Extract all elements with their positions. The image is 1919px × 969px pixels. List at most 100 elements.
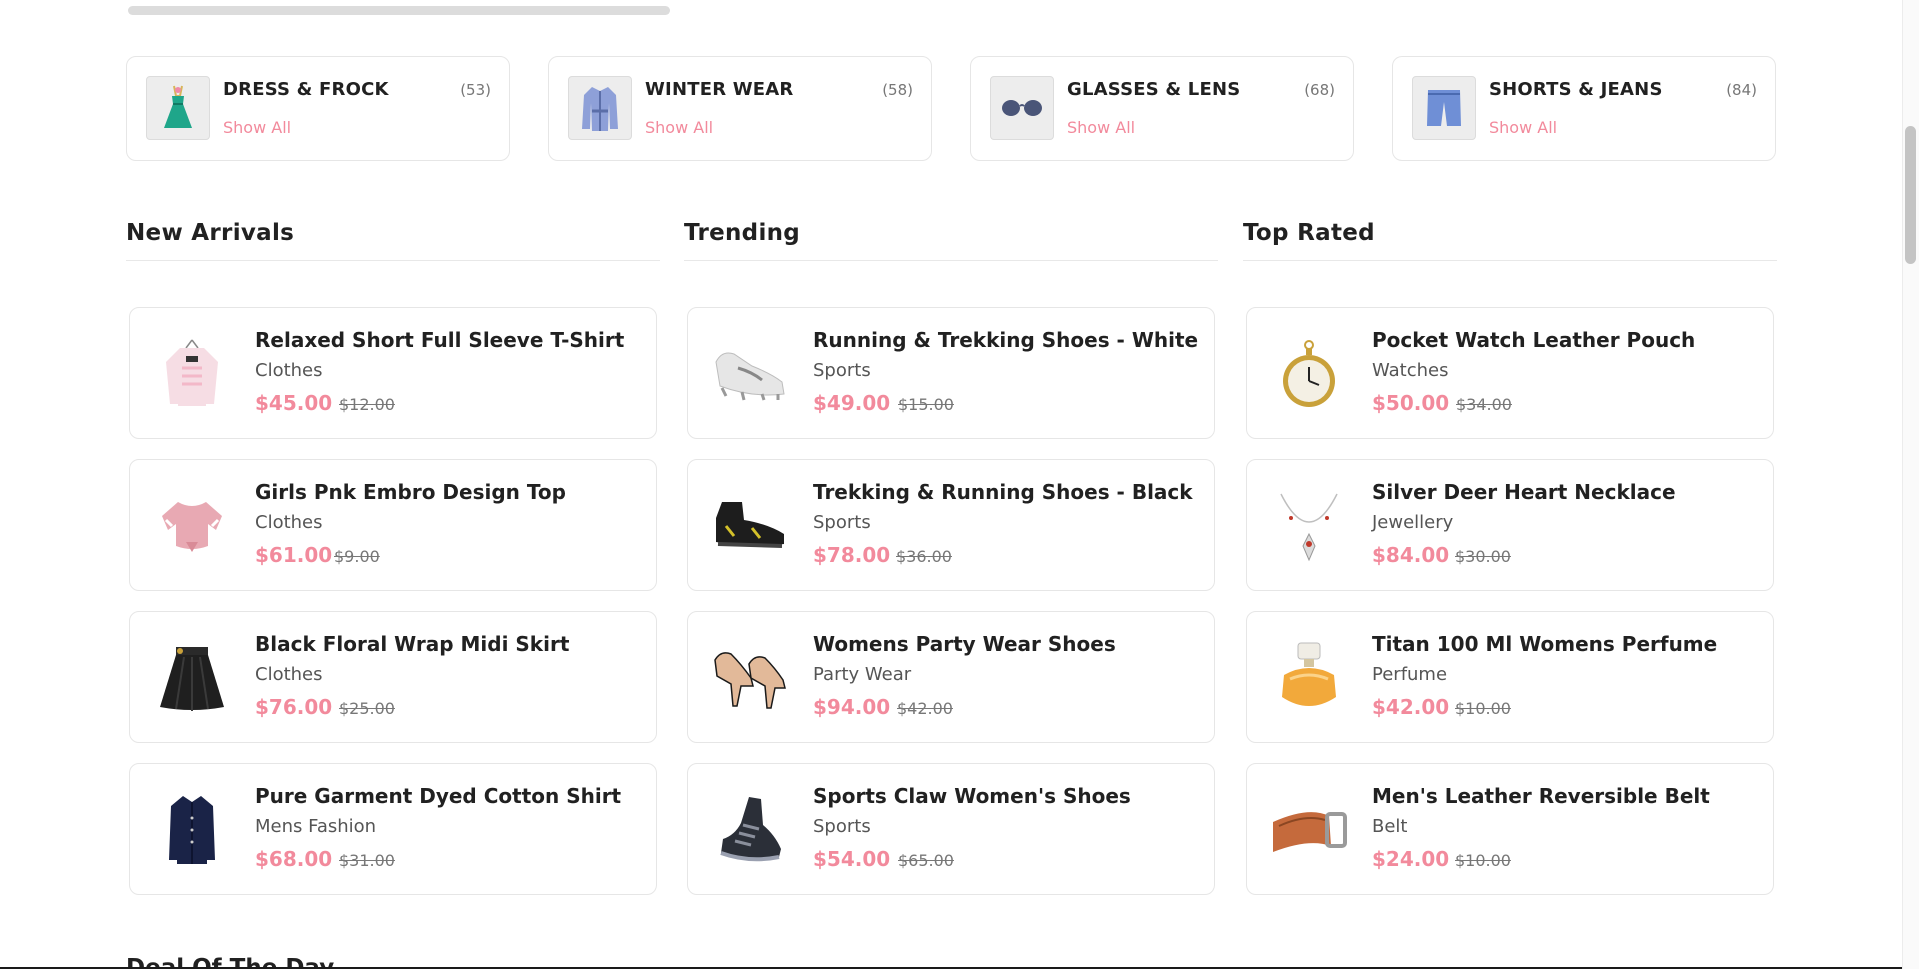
product-card[interactable]: Sports Claw Women's Shoes Sports $54.00 … — [687, 763, 1215, 895]
category-card-dress-frock[interactable]: DRESS & FROCK (53) Show All — [126, 56, 510, 161]
section-new-arrivals: New Arrivals Relaxed Short Full Sleeve T… — [126, 220, 660, 895]
glasses-icon — [990, 76, 1054, 140]
pocket-watch-icon — [1269, 334, 1349, 414]
product-price: $78.00 — [813, 543, 891, 567]
product-title: Pocket Watch Leather Pouch — [1372, 328, 1696, 352]
product-category: Mens Fashion — [255, 816, 377, 837]
product-title: Titan 100 Ml Womens Perfume — [1372, 632, 1718, 656]
necklace-icon — [1269, 486, 1349, 566]
product-card[interactable]: Trekking & Running Shoes - Black Sports … — [687, 459, 1215, 591]
black-shoe-icon — [710, 486, 790, 566]
product-title: Womens Party Wear Shoes — [813, 632, 1116, 656]
product-old-price: $42.00 — [897, 699, 953, 718]
sweatshirt-icon — [152, 334, 232, 414]
product-category: Sports — [813, 816, 871, 837]
product-title: Relaxed Short Full Sleeve T-Shirt — [255, 328, 625, 352]
product-card[interactable]: Pure Garment Dyed Cotton Shirt Mens Fash… — [129, 763, 657, 895]
category-card-winter-wear[interactable]: WINTER WEAR (58) Show All — [548, 56, 932, 161]
product-price: $24.00 — [1372, 847, 1450, 871]
category-count: (53) — [460, 81, 491, 99]
category-count: (68) — [1304, 81, 1335, 99]
category-count: (58) — [882, 81, 913, 99]
horizontal-scrollbar[interactable] — [128, 6, 670, 15]
scrollbar-thumb[interactable] — [1905, 126, 1916, 264]
product-price: $84.00 — [1372, 543, 1450, 567]
product-card[interactable]: Men's Leather Reversible Belt Belt $24.0… — [1246, 763, 1774, 895]
product-card[interactable]: Relaxed Short Full Sleeve T-Shirt Clothe… — [129, 307, 657, 439]
product-card[interactable]: Silver Deer Heart Necklace Jewellery $84… — [1246, 459, 1774, 591]
category-title: DRESS & FROCK — [223, 79, 389, 100]
product-card[interactable]: Running & Trekking Shoes - White Sports … — [687, 307, 1215, 439]
skirt-icon — [152, 638, 232, 718]
product-old-price: $15.00 — [898, 395, 954, 414]
vertical-scrollbar[interactable] — [1902, 0, 1919, 969]
product-category: Party Wear — [813, 664, 912, 685]
product-category: Perfume — [1372, 664, 1448, 685]
product-price: $94.00 — [813, 695, 891, 719]
product-category: Sports — [813, 512, 871, 533]
product-category: Belt — [1372, 816, 1408, 837]
product-title: Girls Pnk Embro Design Top — [255, 480, 566, 504]
category-list: DRESS & FROCK (53) Show All WINTER WEAR … — [126, 56, 1776, 161]
product-category: Watches — [1372, 360, 1449, 381]
product-card[interactable]: Pocket Watch Leather Pouch Watches $50.0… — [1246, 307, 1774, 439]
section-title: New Arrivals — [126, 220, 660, 261]
show-all-link[interactable]: Show All — [1067, 118, 1135, 137]
show-all-link[interactable]: Show All — [645, 118, 713, 137]
product-title: Running & Trekking Shoes - White — [813, 328, 1199, 352]
product-title: Pure Garment Dyed Cotton Shirt — [255, 784, 622, 808]
product-title: Trekking & Running Shoes - Black — [813, 480, 1193, 504]
product-title: Black Floral Wrap Midi Skirt — [255, 632, 570, 656]
product-card[interactable]: Girls Pnk Embro Design Top Clothes $61.0… — [129, 459, 657, 591]
perfume-icon — [1269, 638, 1349, 718]
product-old-price: $10.00 — [1455, 699, 1511, 718]
product-title: Men's Leather Reversible Belt — [1372, 784, 1710, 808]
product-card[interactable]: Titan 100 Ml Womens Perfume Perfume $42.… — [1246, 611, 1774, 743]
product-category: Clothes — [255, 360, 323, 381]
product-old-price: $25.00 — [339, 699, 395, 718]
category-count: (84) — [1726, 81, 1757, 99]
heels-icon — [710, 638, 790, 718]
product-old-price: $31.00 — [339, 851, 395, 870]
product-price: $45.00 — [255, 391, 333, 415]
section-title: Trending — [684, 220, 1218, 261]
product-old-price: $36.00 — [896, 547, 952, 566]
product-old-price: $34.00 — [1456, 395, 1512, 414]
product-price: $54.00 — [813, 847, 891, 871]
product-price: $61.00 — [255, 543, 333, 567]
shirt-icon — [152, 790, 232, 870]
section-title: Top Rated — [1243, 220, 1777, 261]
product-category: Jewellery — [1372, 512, 1454, 533]
section-trending: Trending Running & Trekking Shoes - Whit… — [684, 220, 1218, 895]
product-price: $42.00 — [1372, 695, 1450, 719]
show-all-link[interactable]: Show All — [223, 118, 291, 137]
category-title: WINTER WEAR — [645, 79, 794, 100]
product-title: Silver Deer Heart Necklace — [1372, 480, 1676, 504]
shorts-icon — [1412, 76, 1476, 140]
belt-icon — [1269, 790, 1349, 870]
product-card[interactable]: Womens Party Wear Shoes Party Wear $94.0… — [687, 611, 1215, 743]
show-all-link[interactable]: Show All — [1489, 118, 1557, 137]
category-title: SHORTS & JEANS — [1489, 79, 1663, 100]
dress-icon — [146, 76, 210, 140]
product-category: Sports — [813, 360, 871, 381]
category-card-glasses-lens[interactable]: GLASSES & LENS (68) Show All — [970, 56, 1354, 161]
product-category: Clothes — [255, 664, 323, 685]
product-old-price: $10.00 — [1455, 851, 1511, 870]
product-price: $49.00 — [813, 391, 891, 415]
product-old-price: $12.00 — [339, 395, 395, 414]
product-price: $50.00 — [1372, 391, 1450, 415]
product-old-price: $65.00 — [898, 851, 954, 870]
pink-top-icon — [152, 486, 232, 566]
product-price: $76.00 — [255, 695, 333, 719]
white-shoe-icon — [710, 334, 790, 414]
product-price: $68.00 — [255, 847, 333, 871]
product-category: Clothes — [255, 512, 323, 533]
sneaker-icon — [710, 790, 790, 870]
section-top-rated: Top Rated Pocket Watch Leather Pouch Wat… — [1243, 220, 1777, 895]
coat-icon — [568, 76, 632, 140]
product-title: Sports Claw Women's Shoes — [813, 784, 1131, 808]
product-card[interactable]: Black Floral Wrap Midi Skirt Clothes $76… — [129, 611, 657, 743]
category-card-shorts-jeans[interactable]: SHORTS & JEANS (84) Show All — [1392, 56, 1776, 161]
product-old-price: $30.00 — [1455, 547, 1511, 566]
